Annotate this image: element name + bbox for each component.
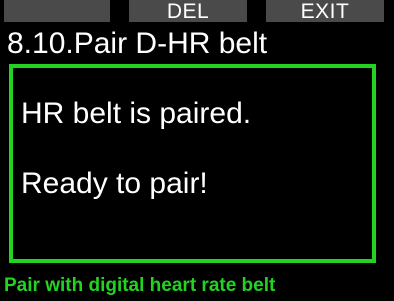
ready-status-text: Ready to pair! <box>21 167 208 200</box>
footer-hint: Pair with digital heart rate belt <box>4 275 276 296</box>
softkey-left[interactable] <box>4 0 110 22</box>
page-title: 8.10.Pair D-HR belt <box>7 27 268 60</box>
status-panel: HR belt is paired. Ready to pair! <box>9 64 376 263</box>
softkey-bar: DEL EXIT <box>0 0 394 23</box>
paired-status-text: HR belt is paired. <box>21 97 252 130</box>
delete-button[interactable]: DEL <box>129 0 247 23</box>
exit-button[interactable]: EXIT <box>266 0 384 23</box>
